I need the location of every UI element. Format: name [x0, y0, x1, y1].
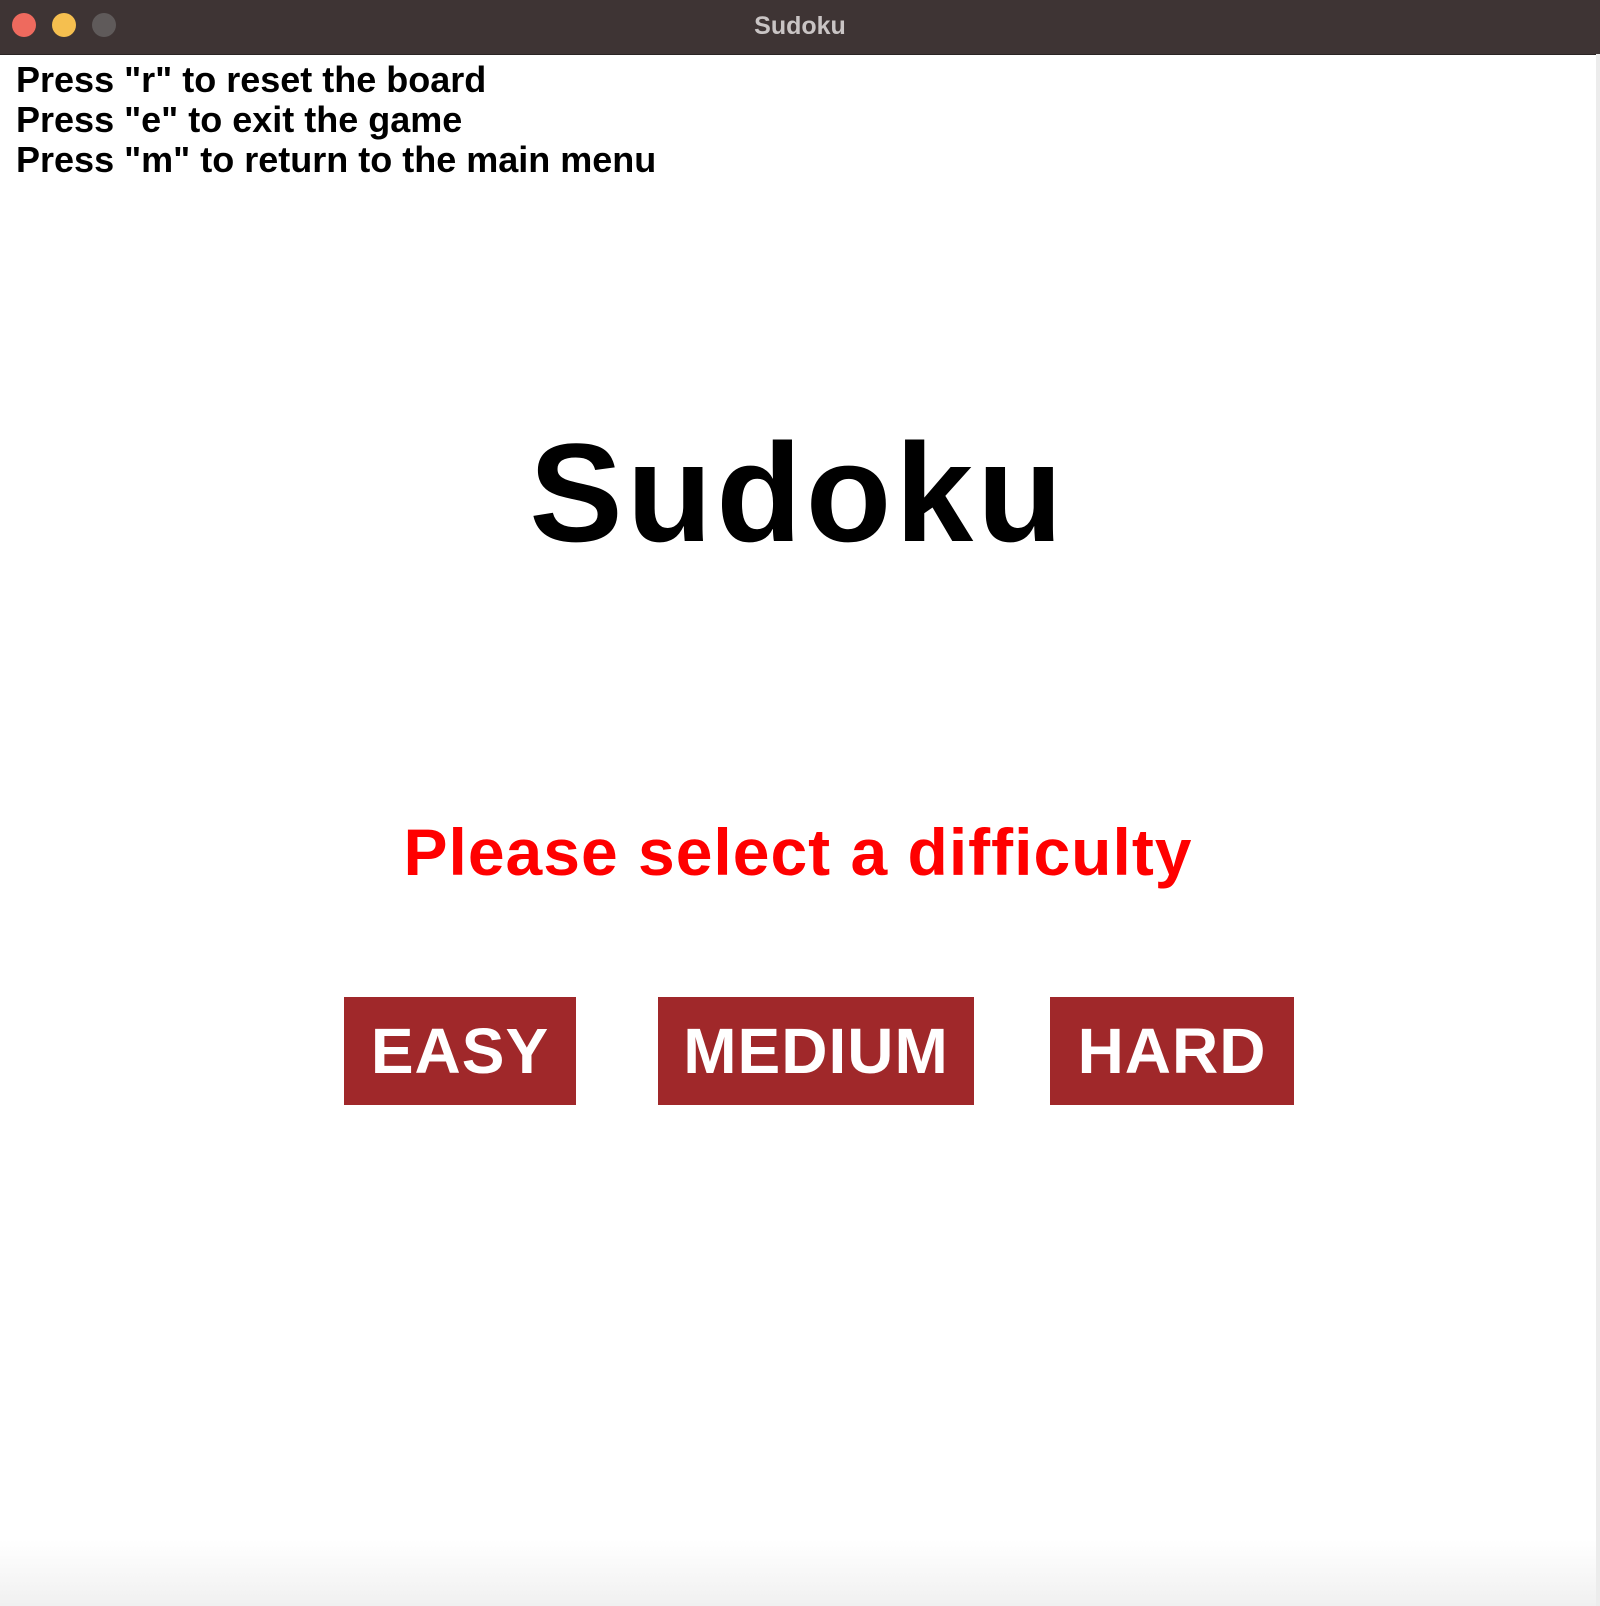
easy-button[interactable]: EASY	[344, 997, 576, 1105]
game-title: Sudoku	[529, 414, 1067, 571]
title-bar[interactable]: Sudoku	[0, 0, 1600, 55]
instruction-exit: Press "e" to exit the game	[16, 99, 463, 140]
window-edge	[1596, 54, 1600, 1606]
hard-button[interactable]: HARD	[1050, 997, 1294, 1105]
window-title: Sudoku	[754, 12, 846, 40]
medium-button[interactable]: MEDIUM	[658, 997, 974, 1105]
bottom-shade	[0, 1540, 1596, 1606]
instruction-reset: Press "r" to reset the board	[16, 59, 487, 100]
difficulty-prompt: Please select a difficulty	[403, 815, 1193, 889]
keyboard-instructions: Press "r" to reset the board Press "e" t…	[16, 60, 656, 180]
instruction-menu: Press "m" to return to the main menu	[16, 139, 657, 180]
app-window: Sudoku Press "r" to reset the board Pres…	[0, 0, 1600, 1606]
